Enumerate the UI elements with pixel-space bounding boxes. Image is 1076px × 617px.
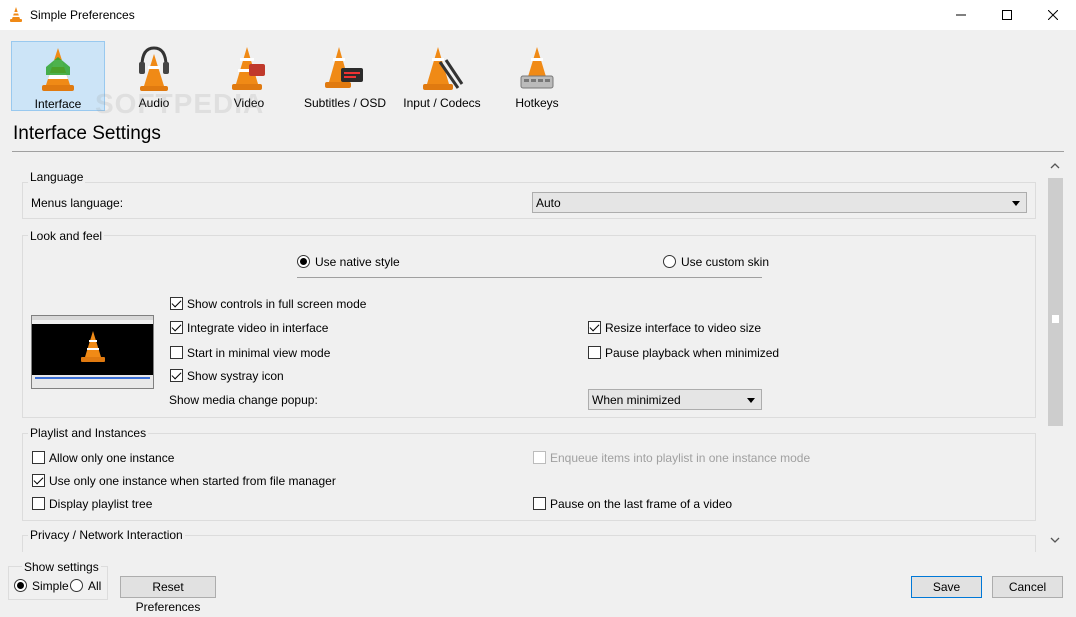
pause-minimized-label[interactable]: Pause playback when minimized — [605, 346, 779, 360]
scroll-down-icon[interactable] — [1050, 536, 1060, 544]
media-popup-select[interactable]: When minimized — [588, 389, 762, 410]
subtitles-cone-icon — [325, 47, 363, 88]
one-instance-file-manager-checkbox[interactable] — [32, 474, 45, 487]
integrate-video-checkbox[interactable] — [170, 321, 183, 334]
custom-skin-radio[interactable] — [663, 255, 676, 268]
systray-label[interactable]: Show systray icon — [187, 369, 284, 383]
show-all-label[interactable]: All — [88, 579, 101, 593]
close-icon — [1048, 10, 1058, 20]
show-simple-label[interactable]: Simple — [32, 579, 69, 593]
media-popup-label: Show media change popup: — [169, 393, 318, 407]
menus-language-value: Auto — [536, 196, 561, 210]
divider — [297, 277, 762, 278]
one-instance-file-manager-label[interactable]: Use only one instance when started from … — [49, 474, 336, 488]
group-title-playlist: Playlist and Instances — [28, 426, 149, 440]
maximize-icon — [1002, 10, 1012, 20]
hotkeys-cone-icon — [520, 47, 554, 89]
category-interface[interactable]: Interface — [11, 41, 105, 111]
chevron-down-icon — [1012, 201, 1020, 206]
enqueue-label: Enqueue items into playlist in one insta… — [550, 451, 811, 465]
scroll-up-icon[interactable] — [1050, 162, 1060, 170]
title-bar: Simple Preferences — [0, 0, 1076, 30]
watermark: SOFTPEDIA — [95, 88, 265, 119]
audio-headphones-cone-icon — [139, 46, 169, 91]
display-playlist-tree-label[interactable]: Display playlist tree — [49, 497, 152, 511]
video-cone-icon — [232, 47, 265, 90]
input-codecs-cone-icon — [423, 47, 464, 90]
maximize-button[interactable] — [984, 0, 1030, 30]
pause-last-frame-checkbox[interactable] — [533, 497, 546, 510]
scrollbar-thumb[interactable] — [1048, 178, 1063, 426]
cancel-button[interactable]: Cancel — [992, 576, 1063, 598]
one-instance-checkbox[interactable] — [32, 451, 45, 464]
display-playlist-tree-checkbox[interactable] — [32, 497, 45, 510]
pause-minimized-checkbox[interactable] — [588, 346, 601, 359]
group-title-look-and-feel: Look and feel — [28, 229, 105, 243]
category-subtitles-osd[interactable]: Subtitles / OSD — [298, 41, 392, 111]
divider — [12, 151, 1064, 152]
category-input-codecs[interactable]: Input / Codecs — [395, 41, 489, 111]
systray-checkbox[interactable] — [170, 369, 183, 382]
preview-menubar — [32, 320, 153, 324]
minimal-view-checkbox[interactable] — [170, 346, 183, 359]
resize-interface-label[interactable]: Resize interface to video size — [605, 321, 761, 335]
interface-preview-image — [31, 315, 154, 389]
resize-interface-checkbox[interactable] — [588, 321, 601, 334]
vlc-cone-icon — [10, 7, 22, 22]
interface-cone-icon — [42, 48, 74, 91]
menus-language-label: Menus language: — [31, 196, 124, 210]
show-simple-radio[interactable] — [14, 579, 27, 592]
reset-preferences-button[interactable]: Reset Preferences — [120, 576, 216, 614]
integrate-video-label[interactable]: Integrate video in interface — [187, 321, 328, 335]
native-style-radio[interactable] — [297, 255, 310, 268]
preview-seekbar — [35, 377, 150, 379]
save-button[interactable]: Save — [911, 576, 982, 598]
minimal-view-label[interactable]: Start in minimal view mode — [187, 346, 330, 360]
close-button[interactable] — [1030, 0, 1076, 30]
native-style-label[interactable]: Use native style — [315, 255, 400, 269]
media-popup-value: When minimized — [592, 393, 681, 407]
vlc-cone-icon — [81, 331, 105, 362]
show-controls-fullscreen-checkbox[interactable] — [170, 297, 183, 310]
vertical-scrollbar[interactable] — [1047, 160, 1064, 552]
minimize-button[interactable] — [938, 0, 984, 30]
pause-last-frame-label[interactable]: Pause on the last frame of a video — [550, 497, 732, 511]
show-all-radio[interactable] — [70, 579, 83, 592]
show-controls-fullscreen-label[interactable]: Show controls in full screen mode — [187, 297, 366, 311]
category-label: Interface — [34, 97, 82, 111]
one-instance-label[interactable]: Allow only one instance — [49, 451, 174, 465]
custom-skin-label[interactable]: Use custom skin — [681, 255, 769, 269]
category-label: Hotkeys — [515, 96, 559, 110]
menus-language-select[interactable]: Auto — [532, 192, 1027, 213]
show-settings-title: Show settings — [22, 560, 101, 574]
group-title-language: Language — [28, 170, 86, 184]
enqueue-checkbox — [533, 451, 546, 464]
group-title-privacy: Privacy / Network Interaction — [28, 528, 185, 542]
category-hotkeys[interactable]: Hotkeys — [490, 41, 584, 111]
preview-controls — [32, 375, 153, 388]
settings-scroll-area[interactable]: Language Menus language: Auto Look and f… — [12, 160, 1047, 552]
category-label: Subtitles / OSD — [303, 96, 387, 110]
page-title: Interface Settings — [13, 123, 161, 144]
minimize-icon — [956, 14, 966, 16]
chevron-down-icon — [747, 398, 755, 403]
category-label: Input / Codecs — [403, 96, 481, 110]
scrollbar-grip — [1051, 314, 1060, 324]
window-title: Simple Preferences — [30, 8, 135, 22]
